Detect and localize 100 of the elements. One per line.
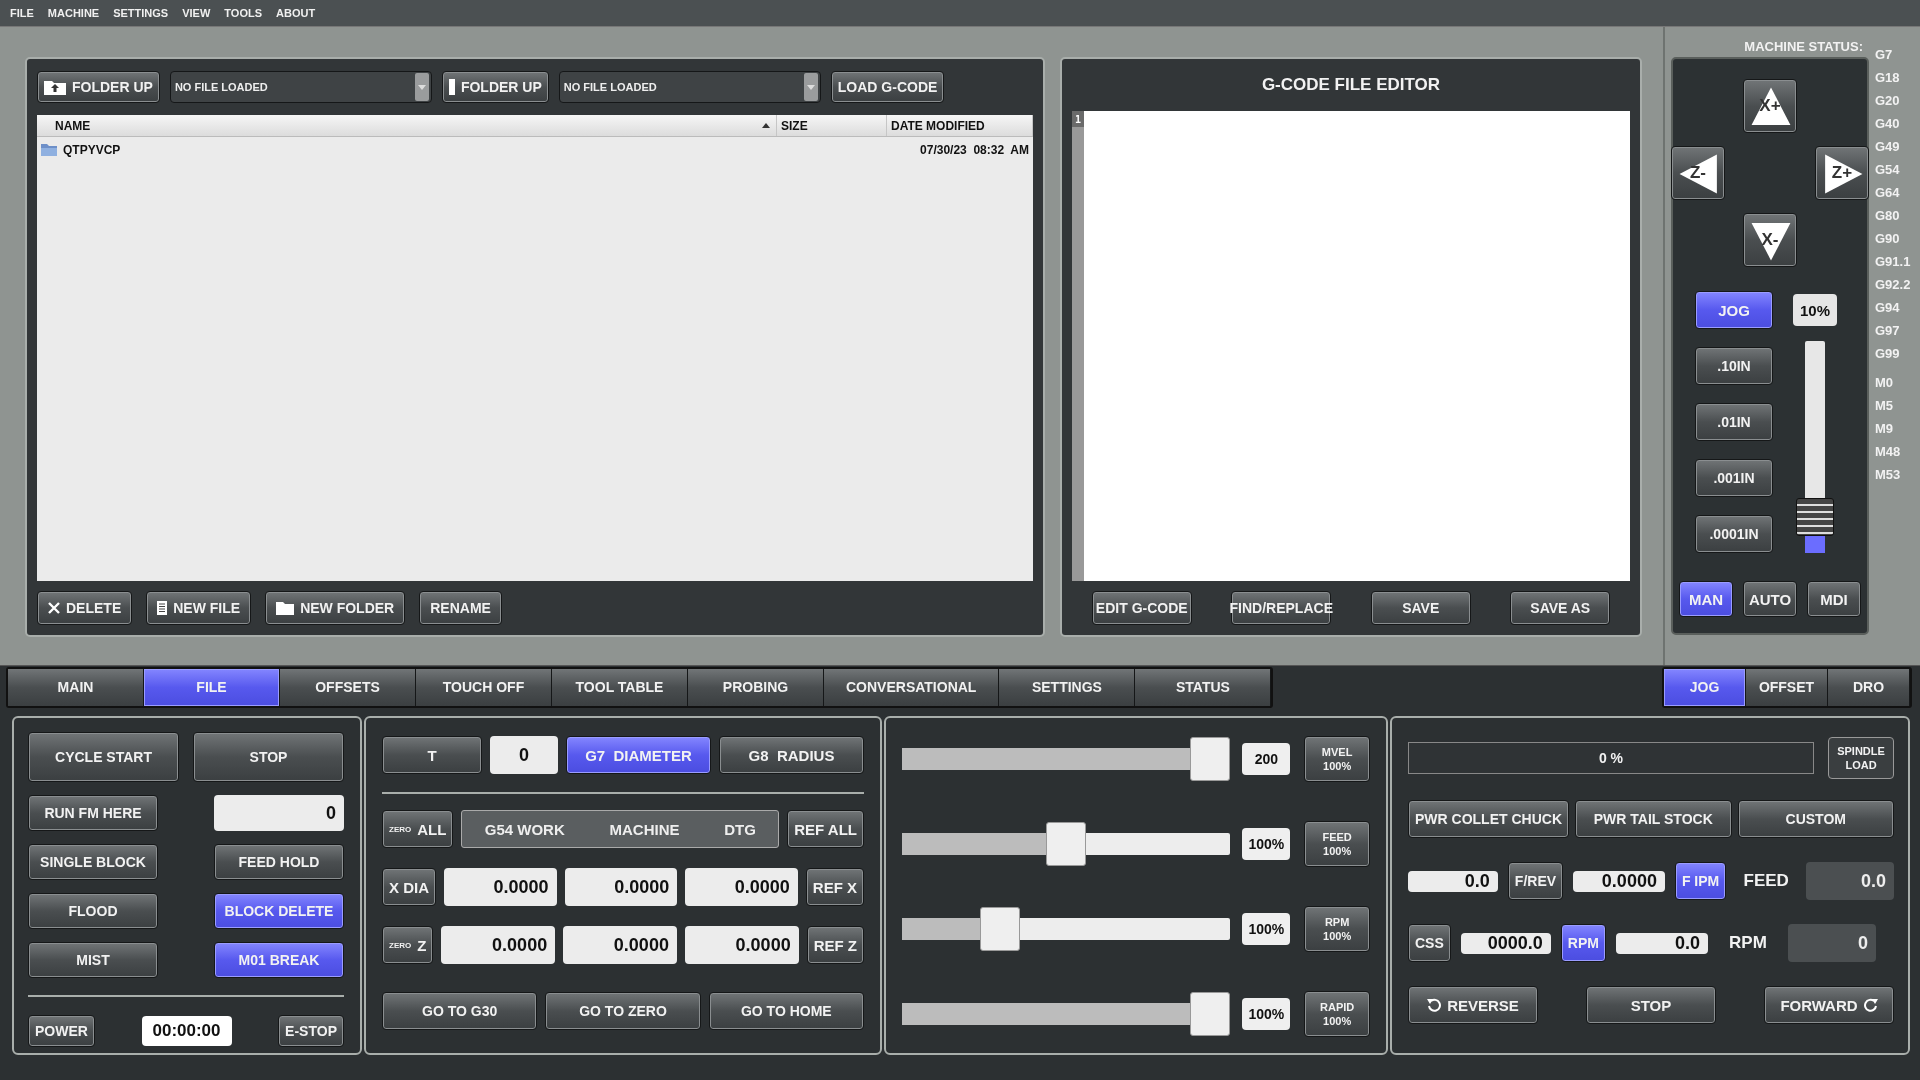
file-row[interactable]: QTPYVCP 07/30/23 08:32 AM bbox=[37, 137, 1033, 163]
accessory-button[interactable]: PWR COLLET CHUCK bbox=[1408, 800, 1569, 838]
tab[interactable]: OFFSETS bbox=[280, 668, 416, 706]
diameter-mode-button[interactable]: G7 DIAMETER bbox=[566, 736, 711, 774]
file-dropdown[interactable]: NO FILE LOADED bbox=[169, 71, 432, 103]
tab[interactable]: TOOL TABLE bbox=[552, 668, 688, 706]
override-slider[interactable] bbox=[902, 906, 1231, 952]
spindle-stop-button[interactable]: STOP bbox=[1586, 986, 1716, 1024]
accessory-button[interactable]: CUSTOM bbox=[1737, 800, 1894, 838]
increment-button[interactable]: .01IN bbox=[1695, 403, 1773, 441]
file-action-button[interactable]: DELETE bbox=[37, 591, 133, 625]
css-mode-button[interactable]: CSS bbox=[1408, 924, 1451, 962]
code-editor[interactable]: 1 bbox=[1072, 111, 1630, 581]
tab[interactable]: JOG bbox=[1664, 668, 1746, 706]
toggle-button[interactable]: SINGLE BLOCK bbox=[28, 844, 158, 880]
column-header[interactable]: DATE MODIFIED bbox=[887, 115, 1033, 136]
input-field[interactable]: 0000.0 bbox=[1460, 932, 1551, 954]
override-reset-button[interactable]: MVEL 100% bbox=[1304, 736, 1370, 782]
column-header[interactable]: NAME bbox=[37, 115, 777, 136]
override-value: 100% bbox=[1242, 913, 1291, 945]
ref-axis-button[interactable]: REF X bbox=[805, 868, 864, 906]
column-header[interactable]: SIZE bbox=[777, 115, 887, 136]
editor-button[interactable]: SAVE bbox=[1370, 591, 1471, 625]
status-code: G97 bbox=[1875, 322, 1901, 340]
tab[interactable]: STATUS bbox=[1135, 668, 1272, 706]
editor-button[interactable]: EDIT G-CODE bbox=[1091, 591, 1192, 625]
run-from-here-button[interactable]: RUN FM HERE bbox=[28, 795, 158, 831]
toggle-button[interactable]: FLOOD bbox=[28, 893, 158, 929]
tab[interactable]: CONVERSATIONAL bbox=[824, 668, 1000, 706]
reverse-button[interactable]: REVERSE bbox=[1408, 986, 1538, 1024]
rpm-mode-button[interactable]: RPM bbox=[1560, 924, 1606, 962]
zero-all-button[interactable]: ZERO ALL bbox=[382, 810, 454, 848]
increment-button[interactable]: .0001IN bbox=[1695, 515, 1773, 553]
zero-axis-button[interactable]: ZERO Z bbox=[382, 926, 434, 964]
toggle-button[interactable]: M01 BREAK bbox=[214, 942, 344, 978]
file-dropdown[interactable]: NO FILE LOADED bbox=[558, 71, 821, 103]
override-slider[interactable] bbox=[902, 736, 1231, 782]
override-reset-button[interactable]: FEED 100% bbox=[1304, 821, 1370, 867]
override-reset-button[interactable]: RPM 100% bbox=[1304, 906, 1370, 952]
toolbar-button[interactable]: FOLDER UP bbox=[37, 71, 160, 103]
feed-mode-button[interactable]: F IPM bbox=[1674, 862, 1727, 900]
tool-button[interactable]: T bbox=[382, 736, 482, 774]
jog-rate-slider[interactable] bbox=[1795, 341, 1835, 553]
go-to-button[interactable]: GO TO ZERO bbox=[545, 992, 701, 1030]
mode-button[interactable]: MDI bbox=[1807, 581, 1861, 617]
file-action-button[interactable]: NEW FOLDER bbox=[265, 591, 406, 625]
file-action-button[interactable]: RENAME bbox=[419, 591, 502, 625]
override-reset-button[interactable]: RAPID 100% bbox=[1304, 991, 1370, 1037]
jog-button[interactable]: X+ bbox=[1743, 79, 1797, 133]
ref-axis-button[interactable]: REF Z bbox=[806, 926, 864, 964]
tab[interactable]: TOUCH OFF bbox=[416, 668, 552, 706]
menu-item[interactable]: ABOUT bbox=[276, 7, 316, 19]
file-action-button[interactable]: NEW FILE bbox=[146, 591, 252, 625]
jog-button[interactable]: Z+ bbox=[1815, 146, 1869, 200]
tab[interactable]: SETTINGS bbox=[999, 668, 1136, 706]
mode-button[interactable]: MAN bbox=[1679, 581, 1733, 617]
jog-button[interactable]: X- bbox=[1743, 213, 1797, 267]
position-readout: 0.0000 bbox=[685, 868, 798, 906]
input-field[interactable]: 0.0 bbox=[1408, 870, 1498, 892]
ref-all-button[interactable]: REF ALL bbox=[787, 810, 864, 848]
forward-button[interactable]: FORWARD bbox=[1764, 986, 1894, 1024]
tab[interactable]: OFFSET bbox=[1746, 668, 1828, 706]
spindle-load-button[interactable]: SPINDLE LOAD bbox=[1828, 737, 1894, 779]
menu-item[interactable]: SETTINGS bbox=[113, 7, 169, 19]
editor-button[interactable]: SAVE AS bbox=[1510, 591, 1611, 625]
toolbar-button[interactable]: FOLDER UP bbox=[441, 71, 549, 103]
menu-item[interactable]: FILE bbox=[10, 7, 34, 19]
tab[interactable]: DRO bbox=[1828, 668, 1910, 706]
editor-button[interactable]: FIND/REPLACE bbox=[1231, 591, 1332, 625]
menu-item[interactable]: MACHINE bbox=[47, 7, 100, 19]
go-to-button[interactable]: GO TO HOME bbox=[708, 992, 864, 1030]
e-stop-button[interactable]: E-STOP bbox=[278, 1015, 344, 1047]
tool-number-field[interactable]: 0 bbox=[490, 736, 558, 774]
tab[interactable]: MAIN bbox=[8, 668, 144, 706]
jog-button[interactable]: Z- bbox=[1671, 146, 1725, 200]
stop-button[interactable]: STOP bbox=[193, 732, 344, 782]
toggle-button[interactable]: BLOCK DELETE bbox=[214, 893, 344, 929]
zero-axis-button[interactable]: X DIA bbox=[382, 868, 436, 906]
menu-item[interactable]: TOOLS bbox=[224, 7, 263, 19]
accessory-button[interactable]: PWR TAIL STOCK bbox=[1575, 800, 1732, 838]
override-slider[interactable] bbox=[902, 991, 1231, 1037]
increment-button[interactable]: .001IN bbox=[1695, 459, 1773, 497]
override-slider[interactable] bbox=[902, 821, 1231, 867]
toggle-button[interactable]: FEED HOLD bbox=[214, 844, 344, 880]
tab[interactable]: FILE bbox=[144, 668, 280, 706]
power-button[interactable]: POWER bbox=[28, 1015, 95, 1047]
toolbar-button[interactable]: LOAD G-CODE bbox=[830, 71, 945, 103]
diameter-mode-button[interactable]: G8 RADIUS bbox=[719, 736, 864, 774]
tab[interactable]: PROBING bbox=[688, 668, 824, 706]
toggle-button[interactable]: MIST bbox=[28, 942, 158, 978]
feed-mode-button[interactable]: F/REV bbox=[1507, 862, 1564, 900]
cycle-start-button[interactable]: CYCLE START bbox=[28, 732, 179, 782]
jog-mode-button[interactable]: JOG bbox=[1695, 291, 1773, 329]
input-field[interactable]: 0.0 bbox=[1615, 932, 1708, 954]
mode-button[interactable]: AUTO bbox=[1743, 581, 1797, 617]
menu-item[interactable]: VIEW bbox=[182, 7, 211, 19]
go-to-button[interactable]: GO TO G30 bbox=[382, 992, 538, 1030]
input-field[interactable]: 0.0000 bbox=[1573, 870, 1665, 892]
start-line-field[interactable]: 0 bbox=[214, 795, 344, 831]
increment-button[interactable]: .10IN bbox=[1695, 347, 1773, 385]
